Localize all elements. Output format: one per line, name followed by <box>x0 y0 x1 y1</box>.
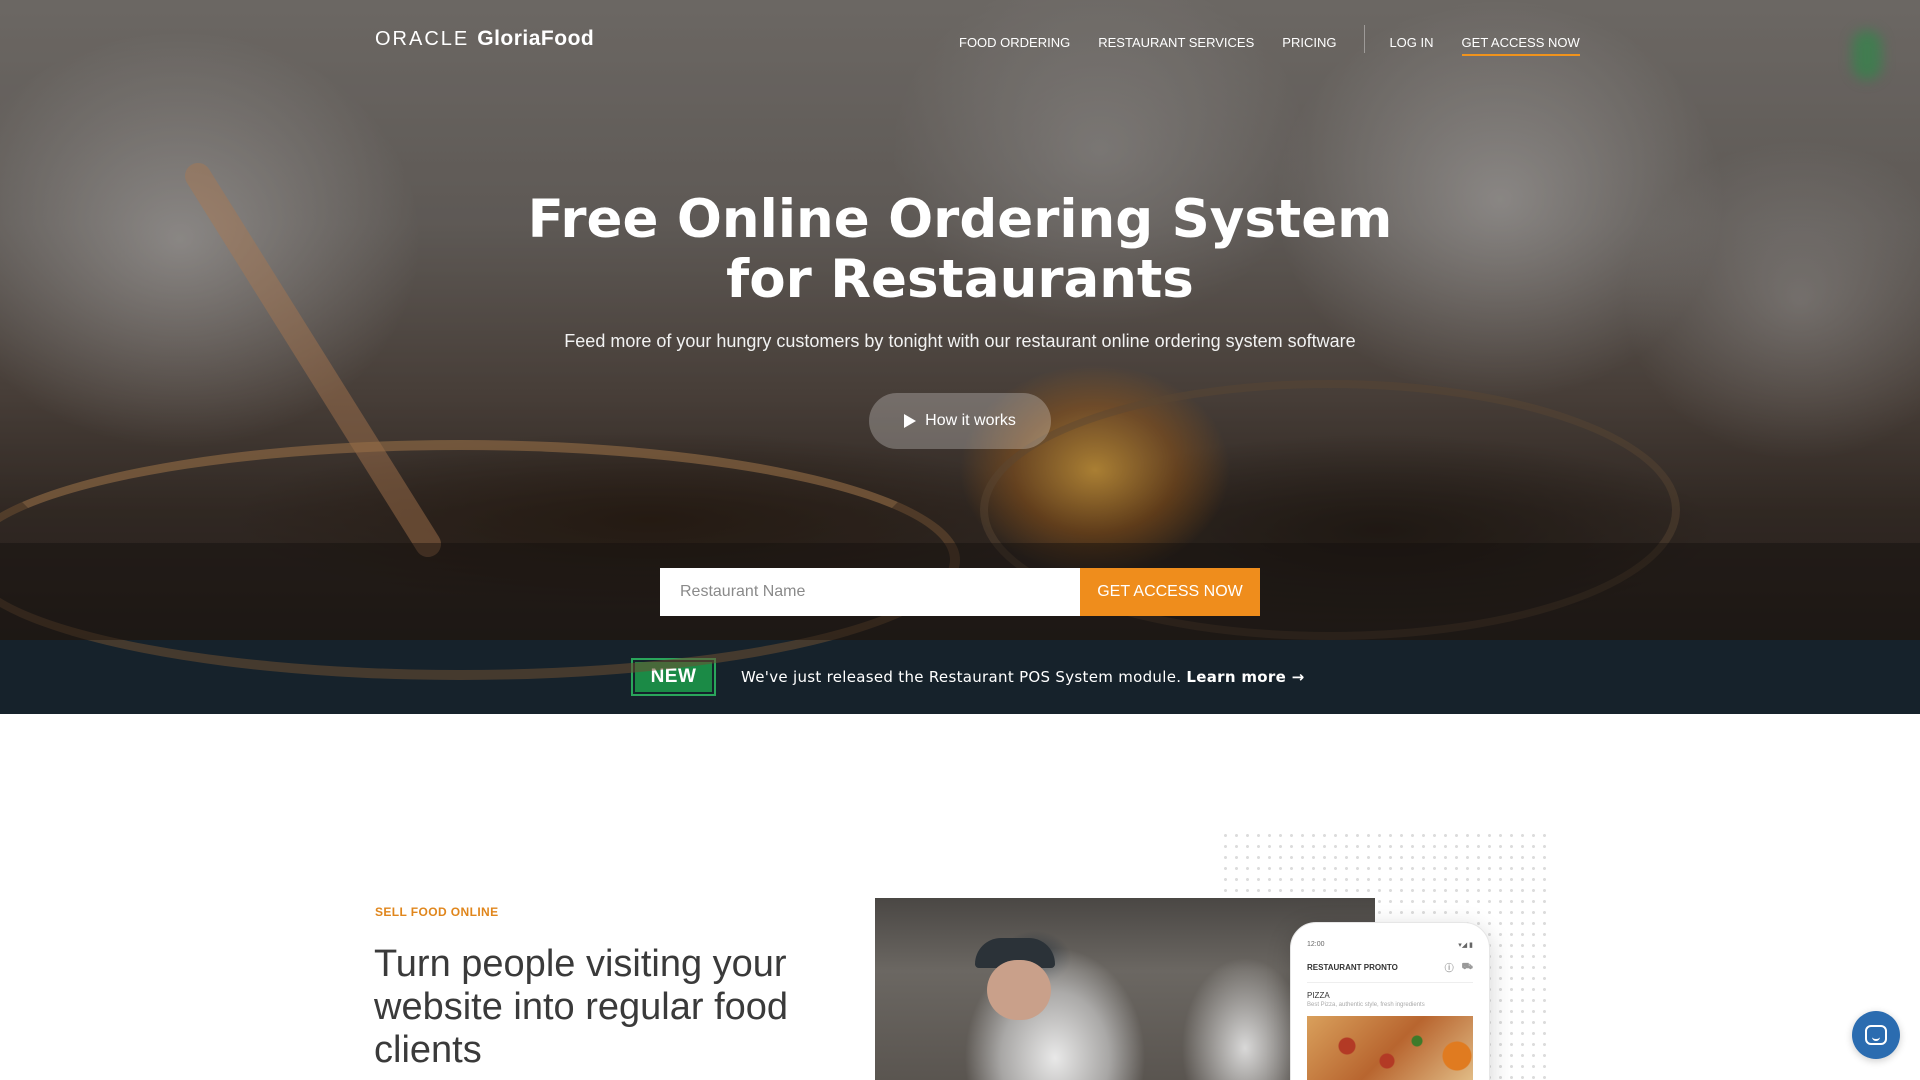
cart-icon: ⛟ <box>1461 961 1473 971</box>
nav-restaurant-services[interactable]: RESTAURANT SERVICES <box>1098 35 1254 50</box>
learn-more-link[interactable]: Learn more → <box>1186 668 1304 686</box>
restaurant-name-input[interactable] <box>660 568 1080 616</box>
nav-pricing[interactable]: PRICING <box>1282 35 1336 50</box>
section-eyebrow: SELL FOOD ONLINE <box>375 905 499 919</box>
nav-divider <box>1364 25 1366 53</box>
phone-restaurant-name: RESTAURANT PRONTO <box>1307 963 1398 972</box>
brand-logo[interactable]: ORACLE GloriaFood <box>375 27 594 51</box>
how-it-works-button[interactable]: How it works <box>869 393 1051 449</box>
nav-get-access-now[interactable]: GET ACCESS NOW <box>1461 35 1581 56</box>
phone-mockup: 12:00 ▾◢ ▮ RESTAURANT PRONTO ⓘ ⛟ PIZZA B… <box>1290 922 1490 1080</box>
phone-status-bar: 12:00 ▾◢ ▮ <box>1307 941 1473 949</box>
announcement-text-wrap: We've just released the Restaurant POS S… <box>741 668 1304 686</box>
phone-category: PIZZA <box>1307 991 1330 1000</box>
play-icon <box>904 414 917 428</box>
hero-title-line2: for Restaurants <box>726 249 1194 310</box>
phone-category-description: Best Pizza, authentic style, fresh ingre… <box>1307 1002 1425 1008</box>
phone-time: 12:00 <box>1307 941 1325 948</box>
get-access-now-button[interactable]: GET ACCESS NOW <box>1080 568 1260 616</box>
hero-title-line1: Free Online Ordering System <box>527 189 1393 250</box>
nav-food-ordering[interactable]: FOOD ORDERING <box>959 35 1070 50</box>
main-nav: FOOD ORDERING RESTAURANT SERVICES PRICIN… <box>959 25 1581 56</box>
gloriafood-wordmark: GloriaFood <box>477 27 595 50</box>
chat-icon <box>1865 1025 1887 1045</box>
oracle-wordmark: ORACLE <box>375 28 470 50</box>
info-icon: ⓘ <box>1444 963 1454 973</box>
phone-header: RESTAURANT PRONTO ⓘ ⛟ <box>1307 961 1473 983</box>
how-it-works-label: How it works <box>925 412 1016 429</box>
phone-header-icons: ⓘ ⛟ <box>1445 961 1473 974</box>
hero-title: Free Online Ordering System for Restaura… <box>460 190 1460 310</box>
nav-login[interactable]: LOG IN <box>1389 35 1433 50</box>
pizza-image <box>1307 1016 1473 1080</box>
chat-widget-button[interactable] <box>1852 1011 1900 1059</box>
announcement-text: We've just released the Restaurant POS S… <box>741 668 1182 686</box>
top-navigation: ORACLE GloriaFood FOOD ORDERING RESTAURA… <box>0 0 1920 80</box>
signup-band: GET ACCESS NOW <box>0 543 1920 640</box>
phone-signal-icons: ▾◢ ▮ <box>1458 942 1473 949</box>
section-title: Turn people visiting your website into r… <box>374 943 789 1071</box>
hero-subtitle: Feed more of your hungry customers by to… <box>564 331 1356 351</box>
